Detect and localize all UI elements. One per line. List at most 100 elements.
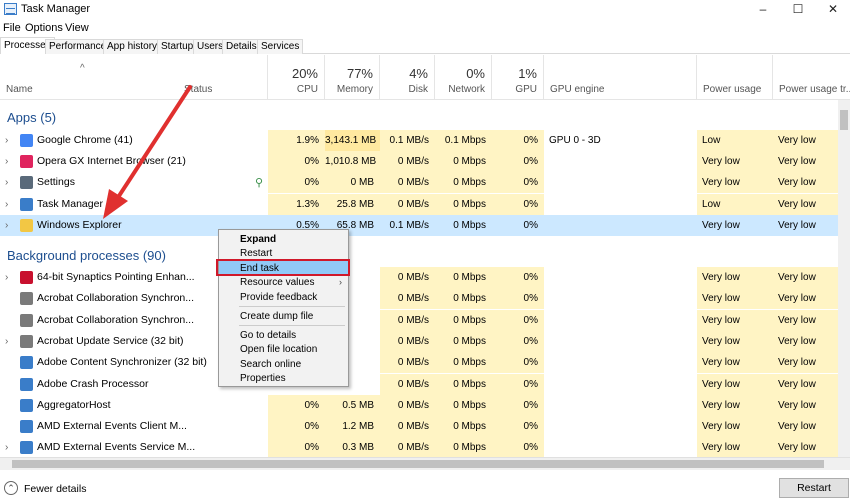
- maximize-button[interactable]: ☐: [781, 0, 815, 18]
- process-name: Opera GX Internet Browser (21): [37, 155, 186, 167]
- minimize-button[interactable]: –: [746, 0, 780, 18]
- group-apps[interactable]: Apps (5): [7, 110, 56, 125]
- menu-separator: [239, 306, 345, 307]
- gpu-cell: 0%: [492, 395, 544, 416]
- network-cell: 0 Mbps: [435, 151, 492, 172]
- power-cell: Very low: [697, 395, 773, 416]
- header-power-trend[interactable]: Power usage tr...: [773, 55, 850, 100]
- vertical-scrollbar[interactable]: [838, 100, 850, 457]
- menu-go-to-details[interactable]: Go to details: [219, 328, 348, 343]
- expand-chevron-icon[interactable]: ›: [5, 130, 8, 151]
- process-name-cell: AggregatorHost: [0, 395, 267, 416]
- process-row[interactable]: Acrobat Collaboration Synchron... 0 MB/s 0…: [0, 310, 838, 331]
- power-trend-cell: Very low: [773, 288, 838, 309]
- expand-chevron-icon[interactable]: ›: [5, 437, 8, 458]
- menu-options[interactable]: Options: [25, 22, 63, 34]
- opera-icon: [20, 155, 33, 168]
- header-power-usage[interactable]: Power usage: [697, 55, 773, 100]
- menu-bar: File Options View: [0, 20, 850, 36]
- memory-cell: 0.3 MB: [325, 437, 380, 458]
- process-row[interactable]: › Windows Explorer 0.5% 65.8 MB 0.1 MB/s 0 Mb…: [0, 215, 838, 236]
- expand-chevron-icon[interactable]: ›: [5, 172, 8, 193]
- expand-chevron-icon[interactable]: ›: [5, 267, 8, 288]
- header-status[interactable]: Status: [178, 55, 268, 100]
- process-row[interactable]: › AMD External Events Service M... 0% 0.3 M…: [0, 437, 838, 458]
- process-row[interactable]: › Task Manager 1.3% 25.8 MB 0 MB/s 0 Mbps 0% Lo…: [0, 194, 838, 215]
- process-name: Task Manager: [37, 198, 103, 210]
- memory-cell: 1.2 MB: [325, 416, 380, 437]
- acrobat-icon: [20, 314, 33, 327]
- chevron-up-icon[interactable]: ⌃: [4, 481, 18, 495]
- tab-services[interactable]: Services: [257, 39, 304, 54]
- cpu-cell: 1.9%: [268, 130, 325, 151]
- folder-icon: [20, 219, 33, 232]
- header-gpu-engine[interactable]: GPU engine: [544, 55, 697, 100]
- gpu-total: 1%: [518, 66, 537, 81]
- process-row[interactable]: AMD External Events Client M... 0% 1.2 MB 0…: [0, 416, 838, 437]
- header-name[interactable]: Name: [0, 55, 178, 100]
- header-memory[interactable]: 77% Memory: [325, 55, 380, 100]
- network-cell: 0 Mbps: [435, 374, 492, 395]
- power-cell: Very low: [697, 267, 773, 288]
- close-button[interactable]: ✕: [816, 0, 850, 18]
- expand-chevron-icon[interactable]: ›: [5, 215, 8, 236]
- process-row[interactable]: Adobe Content Synchronizer (32 bit) 0 MB/…: [0, 352, 838, 373]
- gpu-engine-cell: [544, 310, 697, 331]
- menu-properties[interactable]: Properties: [219, 371, 348, 386]
- header-network[interactable]: 0% Network: [435, 55, 492, 100]
- process-row[interactable]: AggregatorHost 0% 0.5 MB 0 MB/s 0 Mbps 0% Very…: [0, 395, 838, 416]
- power-trend-cell: Very low: [773, 331, 838, 352]
- disk-cell: 0 MB/s: [380, 151, 435, 172]
- menu-search-online[interactable]: Search online: [219, 357, 348, 372]
- tab-performance[interactable]: Performance: [45, 39, 111, 54]
- process-row[interactable]: › Settings 0% 0 MB 0 MB/s 0 Mbps 0% Very low Ver…: [0, 172, 838, 193]
- memory-cell: 0.5 MB: [325, 395, 380, 416]
- fewer-details-link[interactable]: Fewer details: [24, 483, 86, 495]
- disk-cell: 0 MB/s: [380, 267, 435, 288]
- expand-chevron-icon[interactable]: ›: [5, 331, 8, 352]
- expand-chevron-icon[interactable]: ›: [5, 151, 8, 172]
- header-cpu[interactable]: 20% CPU: [268, 55, 325, 100]
- process-row[interactable]: › 64-bit Synaptics Pointing Enhan... 0 MB/…: [0, 267, 838, 288]
- cpu-cell: 0%: [268, 172, 325, 193]
- menu-expand[interactable]: Expand: [219, 232, 348, 247]
- horizontal-scrollbar[interactable]: [0, 457, 850, 470]
- group-background[interactable]: Background processes (90): [7, 248, 166, 263]
- menu-open-file-location[interactable]: Open file location: [219, 342, 348, 357]
- process-row[interactable]: Adobe Crash Processor 0 MB/s 0 Mbps 0% Very …: [0, 374, 838, 395]
- gpu-engine-cell: [544, 416, 697, 437]
- horizontal-scroll-thumb[interactable]: [12, 460, 824, 468]
- gpu-cell: 0%: [492, 352, 544, 373]
- process-row[interactable]: › Acrobat Update Service (32 bit) 0 MB/s 0 …: [0, 331, 838, 352]
- menu-view[interactable]: View: [65, 22, 89, 34]
- disk-cell: 0 MB/s: [380, 395, 435, 416]
- header-disk[interactable]: 4% Disk: [380, 55, 435, 100]
- tab-startup[interactable]: Startup: [157, 39, 198, 54]
- power-trend-cell: Very low: [773, 151, 838, 172]
- menu-file[interactable]: File: [3, 22, 21, 34]
- power-cell: Very low: [697, 310, 773, 331]
- gpu-engine-cell: [544, 437, 697, 458]
- gpu-engine-cell: GPU 0 - 3D: [549, 135, 601, 146]
- network-cell: 0 Mbps: [435, 194, 492, 215]
- power-trend-cell: Very low: [773, 267, 838, 288]
- network-cell: 0.1 Mbps: [435, 130, 492, 151]
- menu-create-dump-file[interactable]: Create dump file: [219, 309, 348, 324]
- restart-button[interactable]: Restart: [779, 478, 849, 498]
- process-row[interactable]: Acrobat Collaboration Synchron... 0 MB/s 0…: [0, 288, 838, 309]
- process-row[interactable]: › Google Chrome (41) 1.9% 3,143.1 MB 0.1 MB/…: [0, 130, 838, 151]
- expand-chevron-icon[interactable]: ›: [5, 194, 8, 215]
- vertical-scroll-thumb[interactable]: [840, 110, 848, 130]
- tab-app-history[interactable]: App history: [103, 39, 162, 54]
- disk-cell: 0 MB/s: [380, 437, 435, 458]
- menu-resource-values[interactable]: Resource values ›: [219, 275, 348, 290]
- gpu-cell: 0%: [492, 151, 544, 172]
- process-name: Adobe Crash Processor: [37, 378, 149, 390]
- menu-provide-feedback[interactable]: Provide feedback: [219, 290, 348, 305]
- process-row[interactable]: › Opera GX Internet Browser (21) 0% 1,010.8…: [0, 151, 838, 172]
- title-bar: Task Manager – ☐ ✕: [0, 0, 850, 20]
- service-icon: [20, 335, 33, 348]
- taskmanager-icon: [20, 198, 33, 211]
- tab-details[interactable]: Details: [222, 39, 261, 54]
- header-gpu[interactable]: 1% GPU: [492, 55, 544, 100]
